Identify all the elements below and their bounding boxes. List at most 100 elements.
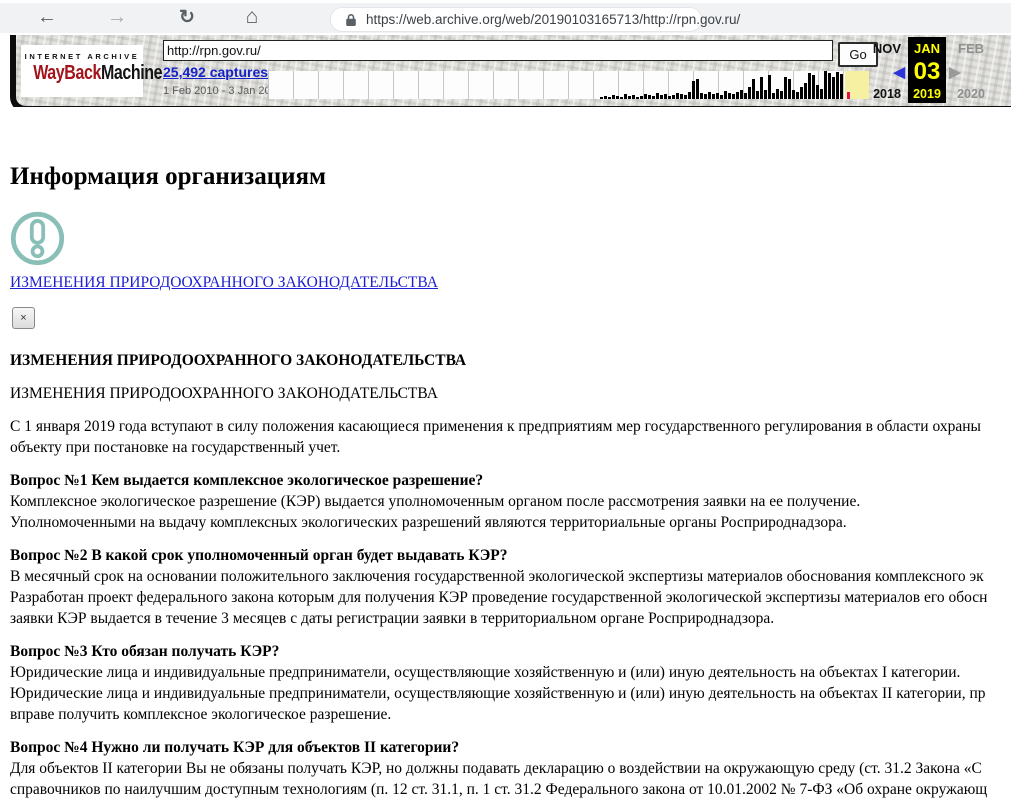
paragraph: Вопрос №1 Кем выдается комплексное эколо… [10,470,1011,533]
sparkline-bar[interactable] [748,87,751,99]
sparkline-bar[interactable] [676,93,679,99]
sparkline-bar[interactable] [624,94,627,99]
page-title: Информация организациям [10,163,326,191]
sparkline-bar[interactable] [644,94,647,99]
address-url[interactable]: https://web.archive.org/web/201901031657… [366,12,740,27]
sparkline-bar[interactable] [656,93,659,99]
back-icon[interactable]: ← [34,4,60,30]
content-line: Юридические лица и индивидуальные предпр… [10,662,1011,683]
content-line: Вопрос №4 Нужно ли получать КЭР для объе… [10,737,1011,758]
sparkline-bar[interactable] [724,91,727,99]
sparkline-bar[interactable] [796,92,799,99]
wayback-logo-name: WayBackMachine [33,62,131,85]
sparkline-bar[interactable] [616,96,619,99]
sparkline-bar[interactable] [612,95,615,99]
sparkline-bar[interactable] [684,95,687,99]
wayback-logo[interactable]: INTERNET ARCHIVE WayBackMachine [21,45,143,97]
sparkline-bar[interactable] [768,75,771,99]
sparkline-bar[interactable] [744,93,747,99]
legislation-changes-link[interactable]: ИЗМЕНЕНИЯ ПРИРОДООХРАННОГО ЗАКОНОДАТЕЛЬС… [10,274,438,292]
sparkline-bar[interactable] [760,77,763,99]
sparkline-bar[interactable] [620,97,623,99]
browser-toolbar: ← → ↻ ⌂ https://web.archive.org/web/2019… [0,3,1011,33]
sparkline-bar[interactable] [716,93,719,99]
nav-prev-year[interactable]: 2018 [866,85,908,103]
content-line: вправе получить комплексное экологическо… [10,704,1011,725]
sparkline-bar[interactable] [776,89,779,99]
paragraph: ИЗМЕНЕНИЯ ПРИРОДООХРАННОГО ЗАКОНОДАТЕЛЬС… [10,350,1011,371]
sparkline-bar[interactable] [712,94,715,99]
refresh-icon[interactable]: ↻ [174,4,200,30]
sparkline-bar[interactable] [808,73,811,99]
sparkline-bar[interactable] [608,97,611,99]
sparkline-bar[interactable] [800,87,803,99]
sparkline-bar[interactable] [600,97,603,99]
content-line: ИЗМЕНЕНИЯ ПРИРОДООХРАННОГО ЗАКОНОДАТЕЛЬС… [10,350,1011,371]
content-line: Вопрос №2 В какой срок уполномоченный ор… [10,545,1011,566]
sparkline-bar[interactable] [720,95,723,99]
nav-next-month[interactable]: FEB [946,37,996,59]
sparkline-bar[interactable] [664,94,667,99]
sparkline-bar[interactable] [704,94,707,99]
sparkline-bar[interactable] [840,74,843,99]
sparkline-bar[interactable] [816,85,819,99]
wayback-logo-top: INTERNET ARCHIVE [21,52,143,61]
sparkline-bar[interactable] [700,93,703,99]
sparkline-bar[interactable] [780,91,783,99]
sparkline-bar[interactable] [732,94,735,99]
sparkline-bar[interactable] [636,97,639,99]
sparkline-bar[interactable] [652,96,655,99]
captures-link[interactable]: 25,492 captures [163,64,268,80]
next-capture-arrow-icon[interactable]: ▶ [946,59,996,85]
content-line: Для объектов II категории Вы не обязаны … [10,758,1011,779]
sparkline-bars[interactable] [600,71,843,99]
sparkline-bar[interactable] [836,72,839,99]
sparkline-bar[interactable] [692,81,695,99]
sparkline-bar[interactable] [672,95,675,99]
content-line: объекту при постановке на государственны… [10,437,1011,458]
sparkline-bar[interactable] [772,93,775,99]
sparkline-bar[interactable] [632,95,635,99]
sparkline-bar[interactable] [604,96,607,99]
sparkline-bar[interactable] [708,92,711,99]
sparkline-bar[interactable] [728,93,731,99]
sparkline-bar[interactable] [832,77,835,99]
archived-page: Информация организациям ИЗМЕНЕНИЯ ПРИРОД… [0,107,1011,782]
sparkline-bar[interactable] [736,92,739,99]
sparkline-bar[interactable] [640,96,643,99]
sparkline-bar[interactable] [648,95,651,99]
sparkline-bar[interactable] [792,90,795,99]
sparkline-bar[interactable] [824,71,827,99]
sparkline-bar[interactable] [740,90,743,99]
sparkline-bar[interactable] [756,91,759,99]
sparkline-bar[interactable] [828,73,831,99]
content-blocks: ИЗМЕНЕНИЯ ПРИРОДООХРАННОГО ЗАКОНОДАТЕЛЬС… [10,350,1011,812]
prev-capture-arrow-icon[interactable]: ◀ [866,59,908,85]
sparkline-bar[interactable] [696,79,699,99]
home-icon[interactable]: ⌂ [239,4,265,30]
address-bar[interactable]: https://web.archive.org/web/201901031657… [330,7,702,32]
sparkline-bar[interactable] [752,79,755,99]
sparkline-bar[interactable] [688,92,691,99]
sparkline-bar[interactable] [660,95,663,99]
sparkline-bar[interactable] [804,83,807,99]
sparkline-bar[interactable] [764,90,767,99]
forward-icon[interactable]: → [104,4,130,30]
sparkline-bar[interactable] [680,94,683,99]
nav-next-year[interactable]: 2020 [946,85,996,103]
sparkline-bar[interactable] [788,79,791,99]
nav-current-year: 2019 [908,85,946,103]
sparkline-bar[interactable] [784,77,787,99]
paragraph: С 1 января 2019 года вступают в силу пол… [10,416,1011,458]
wayback-toolbar: INTERNET ARCHIVE WayBackMachine Go 25,49… [10,35,1011,113]
paragraph: Вопрос №2 В какой срок уполномоченный ор… [10,545,1011,629]
sparkline-bar[interactable] [812,75,815,99]
wayback-url-input[interactable] [163,40,833,61]
nav-prev-month[interactable]: NOV [866,37,908,59]
sparkline-bar[interactable] [628,96,631,99]
sparkline-bar[interactable] [820,89,823,99]
close-button[interactable]: × [12,307,35,329]
paragraph: Вопрос №3 Кто обязан получать КЭР?Юридич… [10,641,1011,725]
capture-timeline[interactable] [268,71,845,99]
sparkline-bar[interactable] [668,96,671,99]
